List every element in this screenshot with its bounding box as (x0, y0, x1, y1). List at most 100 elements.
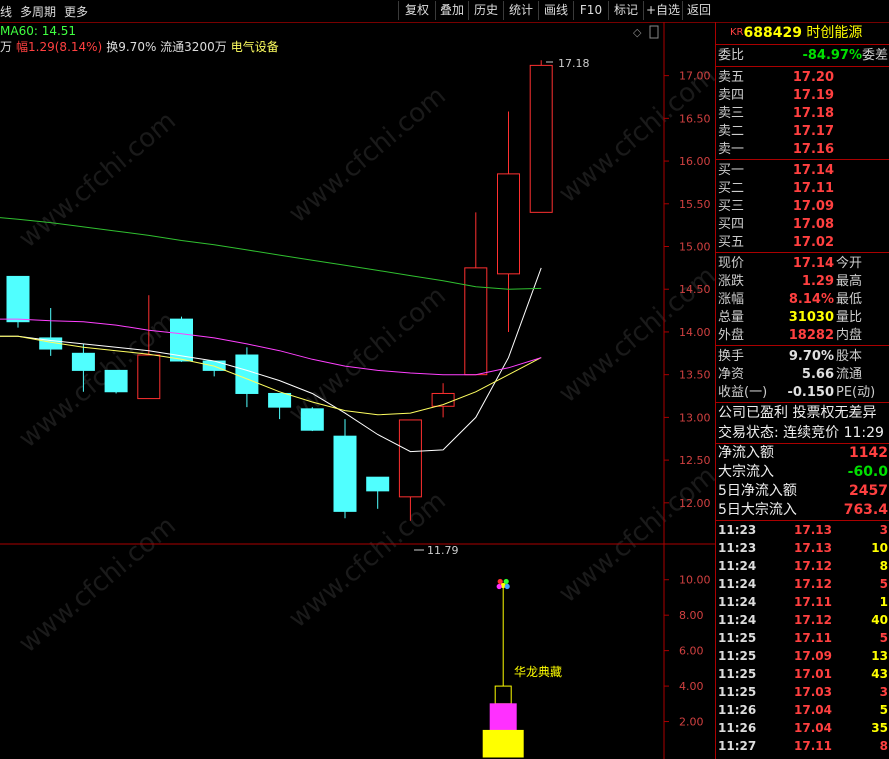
candle-body (71, 352, 95, 371)
candle[interactable] (235, 347, 259, 408)
ma-line (0, 217, 542, 290)
bid-row[interactable]: 买三 17.09 (716, 198, 889, 216)
tab-multi-period[interactable]: 多周期 (20, 3, 56, 20)
candle[interactable] (268, 392, 292, 420)
y-tick-label: 15.00 (679, 241, 711, 254)
stat-row: 收益(一) -0.150 PE(动) (718, 385, 876, 400)
candle[interactable] (71, 343, 95, 392)
notice-block: 公司已盈利 投票权无差异 交易状态: 连续竞价 11:29 (716, 403, 889, 444)
tick-row: 11:24 17.12 5 (718, 577, 888, 591)
y-tick-label: 14.50 (679, 283, 711, 296)
indicator-bar (482, 729, 524, 758)
fundamental-stats: 换手 9.70% 股本 净资 5.66 流通 收益(一) -0.150 PE(动) (716, 346, 889, 403)
candle[interactable] (39, 308, 63, 356)
tick-row: 11:25 17.01 43 (718, 667, 888, 681)
candle-body (464, 267, 488, 376)
indicator-tick-label: 6.00 (679, 645, 704, 658)
stat-row: 净资 5.66 流通 (718, 367, 863, 382)
tab-more[interactable]: 更多 (64, 3, 88, 20)
candle[interactable] (529, 60, 553, 213)
price-stats: 现价 17.14 今开 涨跌 1.29 最高 涨幅 8.14% 最低 总量 31030 量比 外… (716, 253, 889, 346)
bid-row[interactable]: 买一 17.14 (716, 162, 889, 180)
candle[interactable] (300, 407, 324, 432)
y-tick-label: 15.50 (679, 198, 711, 211)
turnover-info: 换9.70% 流通3200万 (106, 40, 227, 54)
scroll-handle-icon[interactable] (649, 25, 659, 39)
ask-row[interactable]: 卖五 17.20 (716, 69, 889, 87)
kline-chart[interactable]: 17.00 16.50 16.00 15.50 15.00 14.50 14.00 13.50… (0, 22, 715, 759)
mark-button[interactable]: 标记 (608, 1, 643, 20)
kr-tag: KR (730, 27, 744, 38)
stock-header: KR688429 时创能源 (716, 22, 889, 45)
back-button[interactable]: 返回 (682, 1, 715, 20)
tick-row: 11:23 17.13 3 (718, 523, 888, 537)
stat-row: 总量 31030 量比 (718, 310, 863, 325)
low-price-marker: 11.79 (427, 544, 459, 557)
stat-row: 涨幅 8.14% 最低 (718, 292, 863, 307)
ask-row[interactable]: 卖四 17.19 (716, 87, 889, 105)
candle[interactable] (333, 419, 357, 519)
y-tick-label: 16.50 (679, 112, 711, 125)
add-watchlist-button[interactable]: +自选 (643, 1, 682, 20)
y-tick-label: 17.00 (679, 70, 711, 83)
candle[interactable] (366, 476, 390, 509)
trade-status: 交易状态: 连续竞价 11:29 (718, 425, 884, 441)
y-tick-label: 13.00 (679, 411, 711, 424)
candle[interactable] (497, 111, 520, 332)
candle[interactable] (431, 383, 455, 418)
ask-book: 卖五 17.20 卖四 17.19 卖三 17.18 卖二 17.17 卖一 17.16 (716, 67, 889, 160)
industry-label: 电气设备 (230, 40, 279, 54)
profit-notice: 公司已盈利 投票权无差异 (718, 405, 877, 421)
bid-row[interactable]: 买五 17.02 (716, 234, 889, 252)
candle-body (104, 369, 128, 393)
tick-list[interactable]: 11:23 17.13 3 11:23 17.13 10 11:24 17.12 8 11:24 1… (716, 521, 889, 755)
candle-body (235, 354, 259, 394)
diamond-icon[interactable]: ◇ (633, 26, 642, 39)
candle-body (268, 392, 292, 408)
candle[interactable] (104, 369, 128, 394)
candle[interactable] (398, 419, 422, 521)
history-button[interactable]: 历史 (468, 1, 503, 20)
candle[interactable] (464, 212, 488, 376)
y-tick-label: 12.50 (679, 454, 711, 467)
candle-body (529, 64, 553, 213)
indicator-tick-label: 4.00 (679, 680, 704, 693)
stats-button[interactable]: 统计 (503, 1, 538, 20)
y-tick-label: 16.00 (679, 155, 711, 168)
ask-row[interactable]: 卖三 17.18 (716, 105, 889, 123)
stat-row: 换手 9.70% 股本 (718, 349, 863, 364)
fuquan-button[interactable]: 复权 (398, 1, 435, 20)
indicator-bar (494, 685, 512, 705)
y-tick-label: 14.00 (679, 326, 711, 339)
draw-line-button[interactable]: 画线 (538, 1, 573, 20)
stock-summary-line: MA60: 14.51 (0, 37, 76, 51)
tick-row: 11:25 17.11 5 (718, 631, 888, 645)
candle-body (137, 354, 161, 400)
tick-row: 11:24 17.11 1 (718, 595, 888, 609)
indicator-tick-label: 2.00 (679, 716, 704, 729)
indicator-label: 华龙典藏 (514, 665, 562, 679)
tick-row: 11:26 17.04 35 (718, 721, 888, 735)
tick-row: 11:24 17.12 8 (718, 559, 888, 573)
stat-row: 现价 17.14 今开 (718, 256, 863, 271)
overlay-button[interactable]: 叠加 (435, 1, 468, 20)
tick-row: 11:27 17.11 8 (718, 739, 888, 753)
candle-body (300, 408, 324, 431)
tab-line[interactable]: 线 (0, 3, 12, 20)
stock-code: 688429 (743, 25, 802, 41)
ask-row[interactable]: 卖二 17.17 (716, 123, 889, 141)
high-price-marker: 17.18 (558, 57, 590, 70)
indicator-tick-label: 8.00 (679, 609, 704, 622)
stat-row: 外盘 18282 内盘 (718, 328, 863, 343)
y-tick-label: 13.50 (679, 369, 711, 382)
stat-row: 涨跌 1.29 最高 (718, 274, 863, 289)
candle[interactable] (137, 295, 161, 400)
fund-flow: 净流入额 1142 大宗流入 -60.0 5日净流入额 2457 5日大宗流入 763.… (716, 444, 889, 521)
bid-row[interactable]: 买四 17.08 (716, 216, 889, 234)
f10-button[interactable]: F10 (573, 1, 608, 20)
ask-row[interactable]: 卖一 17.16 (716, 141, 889, 159)
tick-row: 11:25 17.09 13 (718, 649, 888, 663)
ma60-label: MA60: 14.51 (0, 24, 77, 38)
bid-row[interactable]: 买二 17.11 (716, 180, 889, 198)
tick-row: 11:24 17.12 40 (718, 613, 888, 627)
